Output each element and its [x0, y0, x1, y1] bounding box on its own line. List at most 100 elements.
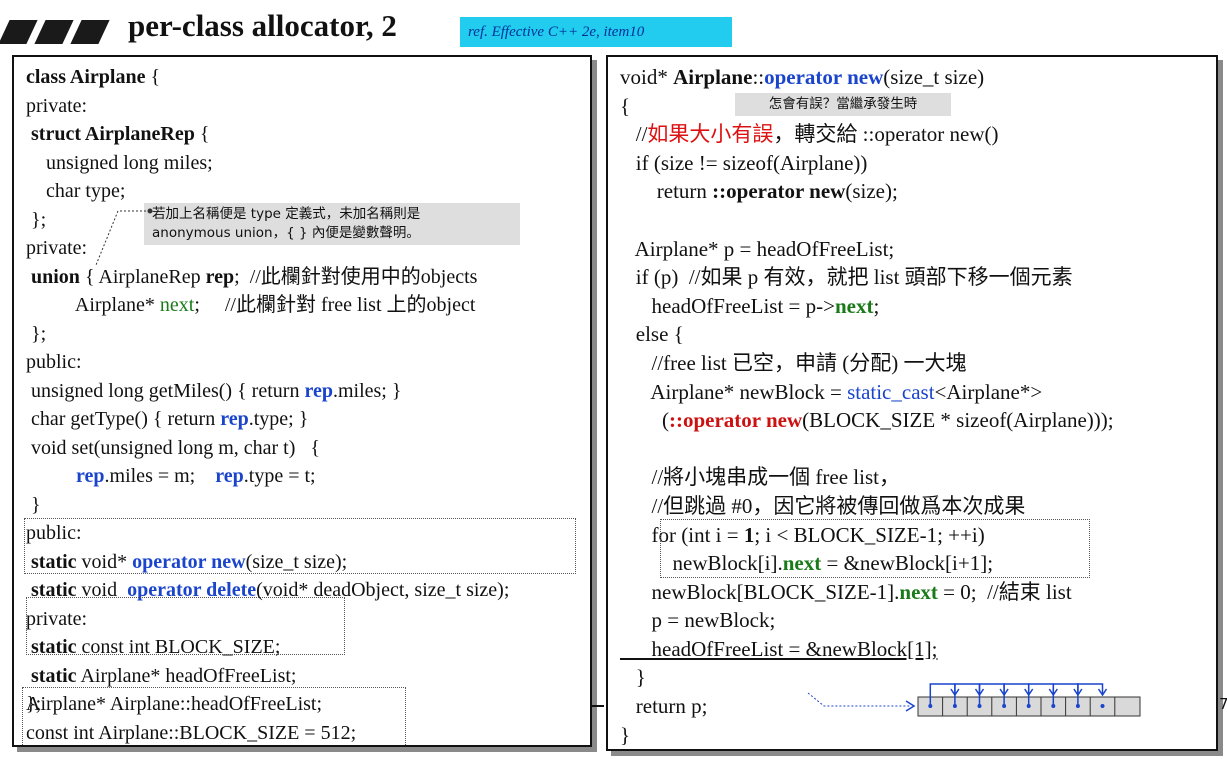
left-code-token: class Airplane [26, 66, 146, 88]
right-code-token: if (p) //如果 p 有效，就把 list 頭部下移一個元素 [620, 265, 1073, 290]
left-code-token: ; //此欄針對使用中的objects [234, 265, 478, 288]
right-code-token: return [620, 179, 713, 204]
title-bar-mark-1 [0, 20, 38, 44]
right-code-token: //但跳過 #0，因它將被傳回做爲本次成果 [620, 493, 1026, 518]
left-code-token: Airplane* [26, 294, 160, 316]
page-number: 7 [1219, 695, 1227, 713]
left-code-token: .miles; } [332, 379, 402, 402]
right-code-token: (size_t size) [883, 65, 985, 89]
operator-new-code: void* Airplane::operator new(size_t size… [620, 63, 1114, 749]
right-code-token: next [834, 293, 874, 318]
left-code-line: void set(unsigned long m, char t) { [26, 434, 509, 463]
left-code-token: { [145, 66, 161, 88]
page-title: per-class allocator, 2 [128, 8, 397, 43]
left-code-line: char getType() { return rep.type; } [26, 405, 509, 434]
right-code-token: headOfFreeList = p-> [620, 293, 835, 318]
static-definitions-box [22, 687, 406, 745]
right-code-token: operator new [764, 65, 884, 89]
right-code-line: if (p) //如果 p 有效，就把 list 頭部下移一個元素 [620, 263, 1114, 292]
right-code-token: (BLOCK_SIZE * sizeof(Airplane))); [802, 408, 1114, 433]
right-code-panel: void* Airplane::operator new(size_t size… [606, 55, 1218, 751]
left-code-token: void set(unsigned long m, char t) { [26, 436, 320, 459]
left-code-token: rep [76, 465, 105, 487]
free-list-diagram [807, 683, 1141, 717]
left-code-line: private: [26, 92, 509, 121]
right-code-line: Airplane* newBlock = static_cast<Airplan… [620, 378, 1114, 407]
right-code-line: headOfFreeList = p->next; [620, 292, 1114, 321]
right-code-token: //將小塊串成一個 free list， [620, 465, 900, 490]
left-code-token: char type; [26, 180, 126, 202]
free-list-node-dot [1026, 704, 1031, 708]
left-code-token: { AirplaneRep [79, 265, 206, 288]
union-note: 若加上名稱便是 type 定義式，未加名稱則是 anonymous union，… [144, 203, 520, 245]
for-loop-box [660, 519, 1090, 578]
left-code-token: }; [26, 208, 47, 231]
right-code-token: ; [873, 293, 880, 318]
static-members-box [26, 597, 345, 655]
right-code-line [620, 435, 1114, 464]
left-code-token: .type; } [248, 408, 309, 430]
free-list-node-dot [977, 704, 982, 708]
left-code-line: }; [26, 320, 509, 349]
left-code-token: next [159, 294, 195, 316]
left-code-line: } [26, 491, 509, 520]
left-code-token: .miles = m; [104, 465, 216, 487]
right-code-line: Airplane* p = headOfFreeList; [620, 235, 1114, 264]
right-code-token: return p; [620, 694, 708, 719]
left-code-token: Airplane* headOfFreeList; [76, 664, 297, 687]
left-code-token: union [26, 265, 80, 288]
right-code-token: :: [752, 65, 765, 89]
left-code-token: private: [26, 94, 88, 117]
left-code-panel: class Airplane {private: struct Airplane… [12, 55, 592, 747]
right-code-token: next [899, 579, 938, 604]
right-code-token: newBlock[BLOCK_SIZE-1]. [620, 579, 900, 604]
left-code-token: .type = t; [243, 465, 316, 487]
left-code-line: unsigned long getMiles() { return rep.mi… [26, 377, 509, 406]
left-code-token: rep [220, 408, 249, 430]
right-code-token: // [620, 122, 648, 147]
reference-badge: ref. Effective C++ 2e, item10 [460, 17, 732, 47]
left-code-token [26, 465, 76, 487]
right-code-line: } [620, 721, 1114, 749]
title-bar-mark-2 [34, 20, 74, 44]
inheritance-note: 怎會有誤？當繼承發生時 [735, 93, 951, 116]
right-code-token: ( [620, 408, 669, 433]
left-code-token: unsigned long getMiles() { return [26, 379, 305, 402]
right-code-line: (::operator new(BLOCK_SIZE * sizeof(Airp… [620, 406, 1114, 435]
free-list-node-dot [1075, 704, 1080, 708]
left-code-token: rep [215, 465, 244, 487]
left-code-line: union { AirplaneRep rep; //此欄針對使用中的objec… [26, 263, 509, 292]
left-code-line: Airplane* next; //此欄針對 free list 上的objec… [26, 291, 509, 320]
right-code-token: void* [620, 65, 674, 89]
left-code-line: struct AirplaneRep { [26, 120, 509, 149]
left-code-token: unsigned long miles; [26, 151, 213, 174]
right-code-token: ，轉交給 ::operator new() [773, 122, 999, 147]
right-code-token: static_cast [847, 379, 935, 404]
right-code-token: Airplane [673, 65, 753, 89]
free-list-node-dot [928, 704, 933, 708]
right-code-line: } [620, 663, 1114, 692]
right-code-line [620, 206, 1114, 235]
right-code-line: headOfFreeList = &newBlock[1]; [620, 635, 1114, 664]
right-code-line: //free list 已空，申請 (分配) 一大塊 [620, 349, 1114, 378]
title-bar-mark-3 [70, 20, 110, 44]
right-code-token: { [620, 93, 631, 118]
right-code-line: newBlock[BLOCK_SIZE-1].next = 0; //結束 li… [620, 578, 1114, 607]
left-code-token: ; //此欄針對 free list 上的object [194, 294, 476, 316]
panel-connector-line [590, 705, 604, 707]
left-code-line: class Airplane { [26, 63, 509, 92]
left-code-line: char type; [26, 177, 509, 206]
left-code-token: struct AirplaneRep [26, 123, 195, 145]
right-code-token: else { [620, 322, 684, 347]
right-code-token: (size); [845, 179, 898, 204]
left-code-token: rep [205, 265, 235, 288]
right-code-line: return ::operator new(size); [620, 177, 1114, 206]
left-code-token: { [194, 123, 210, 145]
right-code-token: 如果大小有誤 [647, 122, 774, 147]
left-code-line: public: [26, 348, 509, 377]
left-code-line: rep.miles = m; rep.type = t; [26, 462, 509, 491]
left-code-token: private: [26, 237, 88, 259]
right-code-line: p = newBlock; [620, 606, 1114, 635]
left-code-token: rep [304, 379, 333, 402]
right-code-token: p = newBlock; [620, 608, 776, 633]
